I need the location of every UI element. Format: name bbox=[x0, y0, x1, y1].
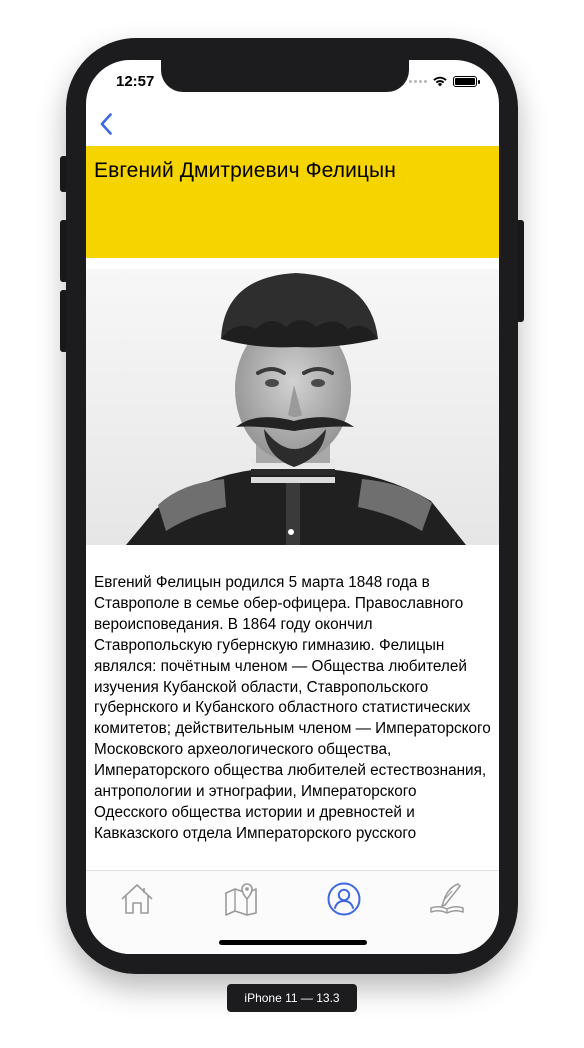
tab-writing[interactable] bbox=[427, 879, 467, 919]
tab-profile[interactable] bbox=[324, 879, 364, 919]
status-icons bbox=[409, 75, 480, 87]
person-icon bbox=[327, 882, 361, 916]
back-button[interactable] bbox=[94, 110, 118, 138]
biography-text: Евгений Фелицын родился 5 марта 1848 год… bbox=[94, 574, 491, 842]
page-title: Евгений Дмитриевич Фелицын bbox=[94, 159, 396, 182]
signal-dots-icon bbox=[409, 79, 427, 83]
tab-map[interactable] bbox=[221, 879, 261, 919]
portrait-illustration bbox=[86, 269, 499, 545]
device-label: iPhone 11 — 13.3 bbox=[227, 984, 357, 1012]
home-icon bbox=[121, 884, 153, 914]
chevron-left-icon bbox=[100, 113, 112, 135]
battery-icon bbox=[453, 75, 480, 87]
simulator-stage: 12:57 Евгений Дмитриевич Фелицын Евгений… bbox=[0, 0, 584, 1048]
portrait-photo[interactable] bbox=[86, 269, 499, 545]
notch bbox=[161, 60, 409, 92]
title-bar: Евгений Дмитриевич Фелицын bbox=[86, 146, 499, 258]
phone-screen: 12:57 Евгений Дмитриевич Фелицын Евгений… bbox=[86, 60, 499, 954]
wifi-icon bbox=[433, 76, 447, 87]
quill-book-icon bbox=[430, 883, 464, 914]
tab-home[interactable] bbox=[117, 879, 157, 919]
status-time: 12:57 bbox=[116, 73, 155, 90]
page-indicator-dot[interactable] bbox=[288, 529, 294, 535]
home-indicator[interactable] bbox=[219, 940, 367, 945]
map-pin-icon bbox=[225, 883, 257, 916]
